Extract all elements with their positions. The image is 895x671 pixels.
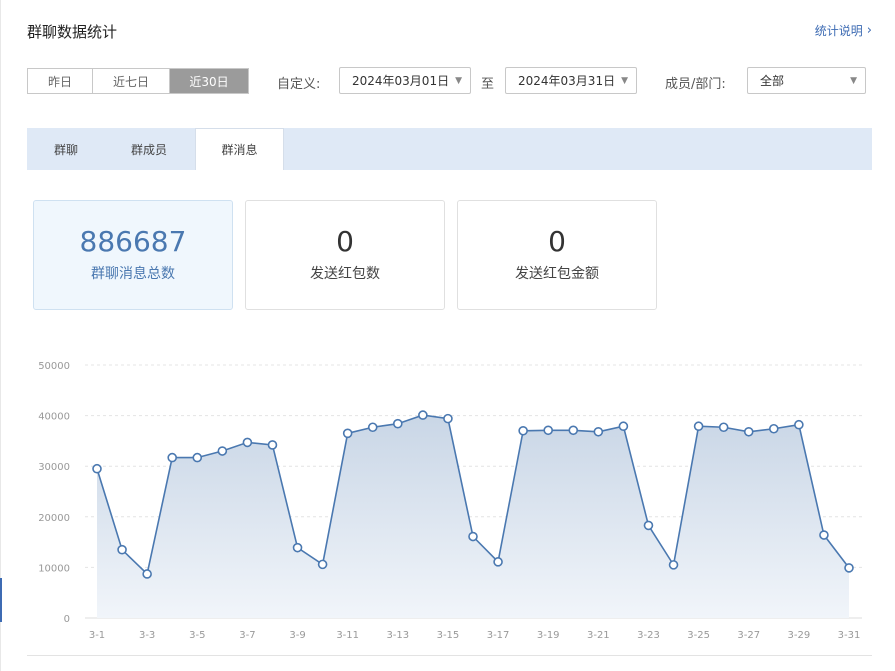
data-point	[568, 425, 579, 436]
data-point	[418, 410, 428, 420]
data-point	[242, 437, 253, 448]
tab-bar: 群聊 群成员 群消息	[27, 128, 872, 170]
stat-label: 群聊消息总数	[91, 266, 175, 283]
x-tick-label: 3-17	[487, 630, 510, 641]
triangle-down-icon: ▼	[621, 76, 628, 86]
data-point	[92, 463, 102, 474]
data-point	[443, 413, 453, 424]
data-point	[267, 440, 278, 450]
x-tick-label: 3-1	[89, 630, 105, 641]
member-select-value: 全部	[760, 74, 785, 88]
start-date-value: 2024年03月01日	[352, 74, 450, 88]
stat-label: 发送红包金额	[515, 266, 599, 283]
data-point	[317, 559, 328, 570]
data-point	[167, 452, 177, 463]
page-title: 群聊数据统计	[27, 23, 118, 41]
x-tick-label: 3-5	[189, 630, 205, 641]
range-30-days-button[interactable]: 近30日	[170, 69, 248, 93]
x-tick-label: 3-15	[437, 630, 460, 641]
stat-label: 发送红包数	[310, 266, 380, 283]
stat-card-total-messages[interactable]: 886687 群聊消息总数	[33, 200, 233, 310]
data-point	[367, 422, 378, 433]
data-point	[142, 569, 152, 579]
messages-area-chart: 0 10000 20000 30000 40000 50000 3-1 3-3 3-5 3-7 3-…	[38, 361, 862, 641]
data-point	[618, 421, 629, 432]
data-point	[342, 428, 353, 439]
x-tick-label: 3-31	[838, 630, 861, 641]
x-tick-label: 3-13	[386, 630, 409, 641]
chevron-right-icon: ›	[866, 23, 872, 38]
x-tick-label: 3-25	[687, 630, 710, 641]
data-point	[844, 563, 854, 573]
triangle-down-icon: ▼	[850, 76, 857, 86]
y-tick-label: 30000	[38, 462, 70, 473]
stat-value: 0	[336, 224, 354, 258]
tab-group-chats[interactable]: 群聊	[27, 128, 105, 170]
tab-group-members[interactable]: 群成员	[115, 128, 183, 170]
data-point	[217, 446, 228, 456]
series-area	[97, 415, 849, 618]
stat-card-red-packet-amount[interactable]: 0 发送红包金额	[457, 200, 657, 310]
range-7-days-button[interactable]: 近七日	[93, 69, 170, 93]
data-point	[192, 452, 203, 463]
data-point	[117, 544, 127, 555]
y-tick-label: 20000	[38, 513, 70, 524]
custom-range-label: 自定义:	[277, 77, 321, 92]
end-date-value: 2024年03月31日	[518, 74, 616, 88]
help-link[interactable]: 统计说明 ›	[815, 22, 872, 39]
data-point	[593, 426, 604, 437]
x-tick-label: 3-29	[788, 630, 811, 641]
data-point	[768, 423, 779, 434]
help-link-label: 统计说明	[814, 24, 863, 38]
data-point	[693, 421, 704, 432]
member-select[interactable]: 全部 ▼	[747, 67, 866, 94]
x-tick-label: 3-27	[737, 630, 760, 641]
quick-range-group: 昨日 近七日 近30日	[27, 68, 249, 94]
bottom-divider	[27, 655, 872, 656]
x-tick-label: 3-19	[537, 630, 560, 641]
triangle-down-icon: ▼	[455, 76, 462, 86]
data-point	[518, 425, 528, 436]
data-point	[819, 530, 829, 540]
data-point	[718, 422, 729, 433]
x-tick-label: 3-3	[139, 630, 155, 641]
stat-value: 0	[548, 224, 566, 258]
x-tick-label: 3-7	[239, 630, 255, 641]
y-tick-label: 40000	[38, 412, 70, 423]
data-point	[743, 426, 754, 437]
data-point	[794, 419, 804, 430]
member-filter-label: 成员/部门:	[665, 77, 726, 92]
stat-value: 886687	[79, 224, 187, 258]
data-point	[493, 557, 503, 567]
stat-card-red-packet-count[interactable]: 0 发送红包数	[245, 200, 445, 310]
data-point	[468, 531, 478, 542]
x-tick-label: 3-9	[289, 630, 305, 641]
data-point	[292, 542, 303, 553]
y-tick-label: 50000	[38, 361, 70, 372]
x-tick-label: 3-21	[587, 630, 610, 641]
y-tick-label: 0	[64, 614, 70, 625]
data-point	[543, 425, 554, 436]
y-tick-label: 10000	[38, 563, 70, 574]
end-date-select[interactable]: 2024年03月31日 ▼	[505, 67, 637, 94]
x-tick-label: 3-11	[336, 630, 359, 641]
x-tick-label: 3-23	[637, 630, 660, 641]
tab-group-messages[interactable]: 群消息	[195, 128, 284, 170]
data-point	[668, 560, 679, 570]
date-to-label: 至	[481, 77, 495, 92]
start-date-select[interactable]: 2024年03月01日 ▼	[339, 67, 471, 94]
data-point	[392, 418, 403, 429]
data-point	[643, 520, 654, 531]
range-yesterday-button[interactable]: 昨日	[28, 69, 93, 93]
